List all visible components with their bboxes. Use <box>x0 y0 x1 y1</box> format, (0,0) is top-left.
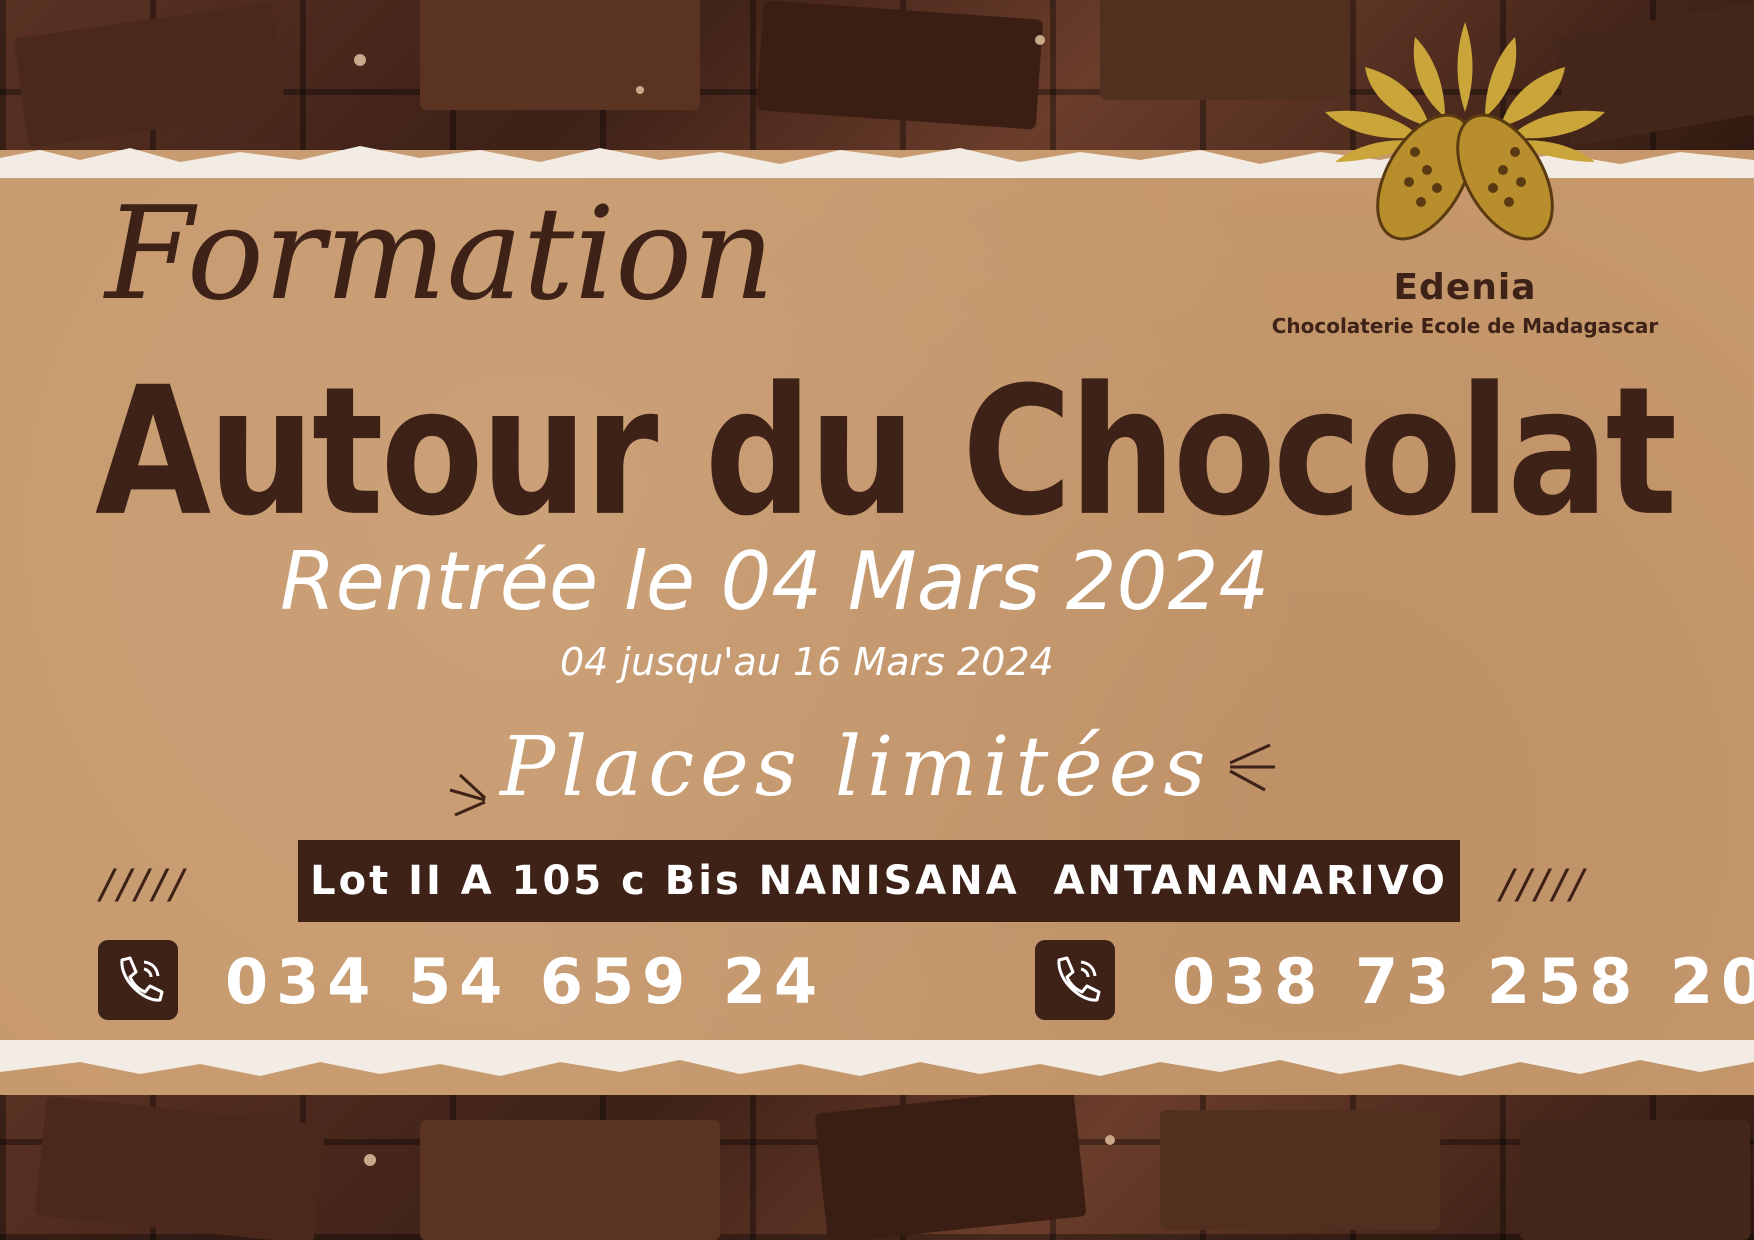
phone-number-2[interactable]: 038 73 258 20 <box>1172 945 1754 1018</box>
address-bar: Lot II A 105 c Bis NANISANA ANTANANARIVO <box>298 840 1460 922</box>
brand-tagline: Chocolaterie Ecole de Madagascar <box>1271 314 1659 338</box>
rentree-date: Rentrée le 04 Mars 2024 <box>280 535 1270 628</box>
phone-icon <box>1035 940 1115 1020</box>
slashes-left: ///// <box>100 862 188 908</box>
edenia-logo: Edenia Chocolaterie Ecole de Madagascar <box>1265 12 1665 338</box>
chocolate-background-bottom <box>0 1080 1754 1240</box>
slashes-right: ///// <box>1500 862 1588 908</box>
brand-name: Edenia <box>1393 267 1537 308</box>
phone-icon <box>98 940 178 1020</box>
cocoa-pod-logo-icon <box>1325 22 1605 241</box>
sparkle-left-icon <box>449 773 487 817</box>
chocolate-pieces-bottom <box>35 1087 1750 1240</box>
formation-dates: 04 jusqu'au 16 Mars 2024 <box>560 640 1054 684</box>
places-limitees: Places limitées <box>500 720 1212 815</box>
title-autour-du-chocolat: Autour du Chocolat <box>95 350 1677 556</box>
torn-edge-bottom <box>0 1040 1754 1076</box>
phone-number-1[interactable]: 034 54 659 24 <box>225 945 825 1018</box>
title-formation: Formation <box>105 180 775 329</box>
sparkle-right-icon <box>1229 743 1275 792</box>
